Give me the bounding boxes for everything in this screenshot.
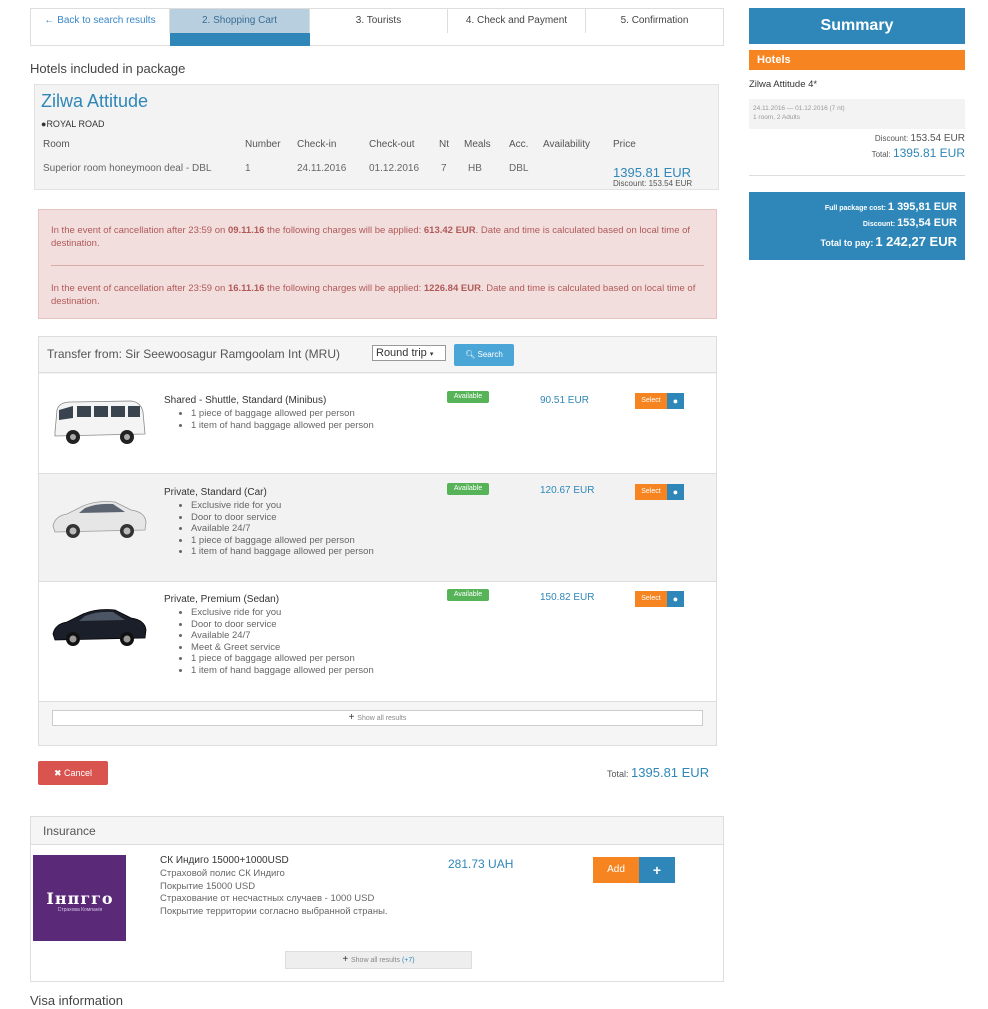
room-number: 1 [245, 163, 251, 174]
transfer-search-button[interactable]: 🔍︎ Search [454, 344, 514, 366]
step-shopping-cart[interactable]: 2. Shopping Cart [170, 9, 310, 33]
col-nights: Nt [439, 139, 449, 150]
col-availability: Availability [543, 139, 591, 150]
transfer-option: Shared - Shuttle, Standard (Minibus) 1 p… [39, 374, 716, 474]
col-meals: Meals [464, 139, 491, 150]
transfer-header: Transfer from: Sir Seewoosagur Ramgoolam… [39, 337, 716, 373]
hotel-name[interactable]: Zilwa Attitude [41, 91, 148, 112]
plus-icon: + [342, 954, 351, 965]
availability-indicator [547, 163, 587, 173]
transfer-option: Private, Premium (Sedan) Exclusive ride … [39, 582, 716, 702]
col-checkout: Check-out [369, 139, 415, 150]
transfer-features: Exclusive ride for you Door to door serv… [191, 607, 374, 676]
col-price: Price [613, 139, 636, 150]
room-discount: Discount: 153.54 EUR [613, 179, 693, 188]
box-discount: Discount: 153,54 EUR [862, 217, 957, 229]
cancellation-policy-1: In the event of cancellation after 23:59… [51, 225, 691, 249]
insurance-logo: Інпгго Страхова Компанія [33, 855, 126, 941]
step-tourists[interactable]: 3. Tourists [310, 9, 448, 33]
select-button[interactable]: Select ● [635, 484, 685, 500]
room-price: 1395.81 EUR [613, 165, 692, 180]
room-acc: DBL [509, 163, 529, 174]
summary-discount: Discount: 153.54 EUR [874, 133, 965, 144]
visa-heading: Visa information [30, 993, 123, 1008]
cancellation-notice: In the event of cancellation after 23:59… [38, 209, 717, 319]
room-checkout: 01.12.2016 [369, 163, 420, 174]
transfer-title: Transfer from: Sir Seewoosagur Ramgoolam… [47, 347, 340, 361]
show-all-transfers-button[interactable]: + Show all results [52, 710, 703, 726]
show-all-insurance-button[interactable]: + Show all results (+7) [285, 951, 472, 969]
search-icon: 🔍︎ [465, 350, 478, 359]
add-insurance-button[interactable]: Add + [593, 857, 675, 883]
transfer-name: Private, Premium (Sedan) [164, 594, 280, 605]
summary-totals-box: Full package cost: 1 395,81 EUR Discount… [749, 192, 965, 260]
full-package-cost: Full package cost: 1 395,81 EUR [824, 201, 957, 213]
info-icon: ● [667, 591, 684, 607]
hotel-panel: Zilwa Attitude ●ROYAL ROAD Room Number C… [34, 84, 719, 190]
transfer-name: Shared - Shuttle, Standard (Minibus) [164, 395, 327, 406]
close-icon: ✖ [53, 768, 65, 778]
total: Total: 1395.81 EUR [607, 765, 710, 780]
summary-hotel-name: Zilwa Attitude 4* [749, 79, 818, 90]
transfer-price: 120.67 EUR [540, 485, 595, 496]
col-number: Number [245, 139, 281, 150]
info-icon: ● [667, 484, 684, 500]
divider [749, 175, 965, 176]
summary-hotels-label: Hotels [749, 50, 965, 70]
caret-down-icon: ▾ [429, 351, 434, 358]
checkout-steps: ← Back to search results 2. Shopping Car… [30, 8, 724, 46]
total-to-pay: Total to pay: 1 242,27 EUR [820, 234, 957, 249]
transfer-name: Private, Standard (Car) [164, 487, 267, 498]
car-image [52, 501, 147, 538]
step-confirmation[interactable]: 5. Confirmation [586, 9, 723, 33]
back-to-search-link[interactable]: ← Back to search results [31, 9, 170, 33]
cancel-button[interactable]: ✖ Cancel [38, 761, 108, 785]
availability-badge: Available [447, 391, 489, 403]
transfer-features: 1 piece of baggage allowed per person 1 … [191, 408, 374, 431]
transfer-panel: Transfer from: Sir Seewoosagur Ramgoolam… [38, 336, 717, 746]
hotel-address: ●ROYAL ROAD [41, 119, 105, 129]
summary-total: Total: 1395.81 EUR [871, 146, 965, 160]
insurance-title: Insurance [43, 824, 96, 838]
info-icon: ● [667, 393, 684, 409]
insurance-header: Insurance [31, 817, 723, 845]
select-button[interactable]: Select ● [635, 393, 685, 409]
plus-icon: + [639, 857, 675, 883]
minibus-image [54, 400, 146, 444]
cancellation-policy-2: In the event of cancellation after 23:59… [51, 283, 696, 307]
transfer-price: 90.51 EUR [540, 395, 589, 406]
transfer-features: Exclusive ride for you Door to door serv… [191, 500, 374, 558]
transfer-option: Private, Standard (Car) Exclusive ride f… [39, 474, 716, 582]
transfer-price: 150.82 EUR [540, 592, 595, 603]
room-name: Superior room honeymoon deal - DBL [43, 163, 212, 174]
trip-type-select[interactable]: Round trip ▾ [372, 345, 446, 361]
col-acc: Acc. [509, 139, 529, 150]
insurance-name: СК Индиго 15000+1000USD [160, 855, 289, 866]
availability-badge: Available [447, 483, 489, 495]
insurance-price: 281.73 UAH [448, 857, 514, 871]
arrow-left-icon: ← [44, 15, 58, 26]
insurance-description: Страховой полис СК Индиго Покрытие 15000… [160, 868, 388, 917]
availability-badge: Available [447, 589, 489, 601]
room-checkin: 24.11.2016 [297, 163, 347, 174]
room-nights: 7 [441, 163, 447, 174]
insurance-panel: Insurance Інпгго Страхова Компанія СК Ин… [30, 816, 724, 982]
select-button[interactable]: Select ● [635, 591, 685, 607]
hotels-heading: Hotels included in package [30, 61, 186, 76]
summary-dates: 24.11.2016 — 01.12.2016 (7 nt) 1 room, 2… [749, 99, 965, 129]
col-room: Room [43, 139, 70, 150]
active-step-indicator [170, 33, 310, 46]
col-checkin: Check-in [297, 139, 337, 150]
room-meals: HB [468, 163, 482, 174]
step-check-payment[interactable]: 4. Check and Payment [448, 9, 586, 33]
summary-title: Summary [749, 8, 965, 44]
plus-icon: + [348, 712, 358, 723]
divider [51, 265, 704, 266]
sedan-image [52, 609, 147, 646]
